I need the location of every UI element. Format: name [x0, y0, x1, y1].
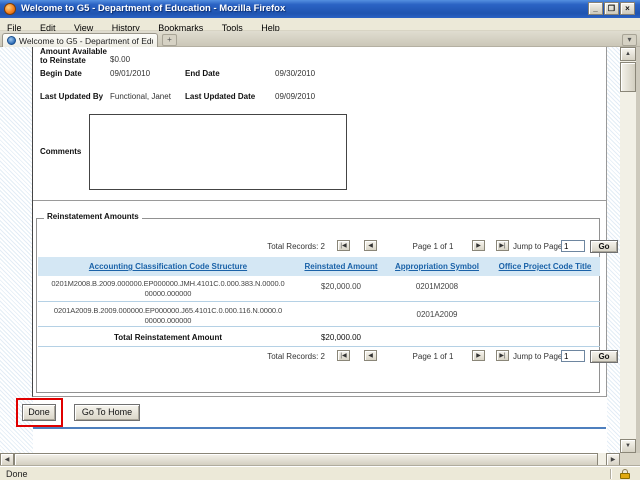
next-page-icon[interactable]: ▶ — [472, 240, 485, 251]
list-all-tabs-icon[interactable]: ▾ — [622, 34, 637, 46]
total-reinstatement-value: $20,000.00 — [320, 333, 362, 342]
scroll-left-icon[interactable]: ◀ — [0, 453, 14, 466]
page-margin-left — [0, 47, 33, 453]
tab-favicon-icon — [7, 36, 16, 45]
footer-divider — [33, 427, 606, 429]
menu-bar: File Edit View History Bookmarks Tools H… — [0, 18, 640, 33]
tab-title: Welcome to G5 - Department of Edu... — [19, 35, 153, 46]
lock-body — [620, 473, 630, 479]
scrollbar-corner — [620, 453, 640, 466]
first-page-icon[interactable]: |◀ — [337, 240, 350, 251]
close-button[interactable]: × — [620, 2, 635, 15]
window-border-right — [636, 47, 640, 466]
firefox-icon — [4, 3, 16, 15]
scroll-down-icon[interactable]: ▼ — [620, 439, 636, 453]
reinstatement-table: Accounting Classification Code Structure… — [38, 257, 600, 357]
table-row-2-accs: 0201A2009.B.2009.000000.EP000000.J65.410… — [53, 306, 283, 325]
comments-textarea[interactable] — [89, 114, 347, 190]
table-header-row: Accounting Classification Code Structure… — [38, 257, 600, 276]
last-updated-by-label: Last Updated By — [40, 92, 104, 101]
row-separator — [38, 346, 600, 347]
jump-to-page-input-top[interactable] — [561, 240, 585, 252]
end-date-value: 09/30/2010 — [275, 69, 316, 78]
page-viewport: Amount Available to Reinstate $0.00 Begi… — [0, 47, 620, 453]
header-accs[interactable]: Accounting Classification Code Structure — [38, 257, 298, 276]
browser-window: Welcome to G5 - Department of Education … — [0, 0, 640, 480]
last-page-icon[interactable]: ▶| — [496, 240, 509, 251]
prev-page-icon[interactable]: ◀ — [364, 240, 377, 251]
status-separator — [610, 469, 611, 479]
title-bar: Welcome to G5 - Department of Education … — [0, 0, 640, 18]
done-button[interactable]: Done — [22, 404, 56, 421]
scroll-up-icon[interactable]: ▲ — [620, 47, 636, 61]
comments-label: Comments — [40, 147, 82, 156]
tab-welcome-g5[interactable]: Welcome to G5 - Department of Edu... — [2, 33, 158, 47]
new-tab-button[interactable]: + — [162, 34, 177, 46]
amount-available-label: Amount Available to Reinstate — [40, 47, 107, 65]
table-row-1-symbol: 0201M2008 — [415, 282, 459, 291]
horizontal-scrollbar[interactable]: ◀ ▶ — [0, 453, 620, 466]
jump-to-page-label-top: Jump to Page — [513, 242, 563, 251]
jump-to-page-input-bottom[interactable] — [561, 350, 585, 362]
page-indicator-bottom: Page 1 of 1 — [412, 352, 454, 361]
table-row-1-accs: 0201M2008.B.2009.000000.EP000000.JMH.410… — [51, 279, 285, 298]
last-updated-date-label: Last Updated Date — [185, 92, 256, 101]
go-button-bottom[interactable]: Go — [590, 350, 618, 363]
header-appropriation-symbol[interactable]: Appropriation Symbol — [384, 257, 490, 276]
reinstatement-legend: Reinstatement Amounts — [44, 212, 142, 221]
table-row-2-symbol: 0201A2009 — [416, 310, 458, 319]
last-updated-date-value: 09/09/2010 — [275, 92, 316, 101]
total-reinstatement-label: Total Reinstatement Amount — [113, 333, 222, 342]
first-page-icon[interactable]: |◀ — [337, 350, 350, 361]
begin-date-value: 09/01/2010 — [110, 69, 151, 78]
last-page-icon[interactable]: ▶| — [496, 350, 509, 361]
last-updated-by-value: Functional, Janet — [110, 92, 171, 101]
horizontal-scrollbar-thumb[interactable] — [14, 453, 598, 466]
scroll-right-icon[interactable]: ▶ — [606, 453, 620, 466]
vertical-scrollbar-thumb[interactable] — [620, 62, 636, 92]
go-to-home-button[interactable]: Go To Home — [74, 404, 140, 421]
minimize-button[interactable]: _ — [588, 2, 603, 15]
status-text: Done — [6, 469, 28, 479]
security-lock-icon[interactable] — [620, 469, 630, 479]
end-date-label: End Date — [185, 69, 220, 78]
total-records-bottom: Total Records: 2 — [267, 352, 325, 361]
begin-date-label: Begin Date — [40, 69, 82, 78]
section-divider — [33, 200, 606, 201]
go-button-top[interactable]: Go — [590, 240, 618, 253]
maximize-button[interactable]: ❐ — [604, 2, 619, 15]
status-bar: Done — [0, 466, 640, 480]
header-office-project-code[interactable]: Office Project Code Title — [490, 257, 600, 276]
header-reinstated-amount[interactable]: Reinstated Amount — [298, 257, 384, 276]
total-records-top: Total Records: 2 — [267, 242, 325, 251]
vertical-scrollbar[interactable]: ▲ ▼ — [620, 47, 636, 453]
amount-available-value: $0.00 — [110, 55, 131, 64]
row-separator — [38, 301, 600, 302]
row-separator — [38, 326, 600, 327]
prev-page-icon[interactable]: ◀ — [364, 350, 377, 361]
next-page-icon[interactable]: ▶ — [472, 350, 485, 361]
table-row-1-amount: $20,000.00 — [320, 282, 362, 291]
window-title: Welcome to G5 - Department of Education … — [21, 3, 286, 14]
jump-to-page-label-bottom: Jump to Page — [513, 352, 563, 361]
page-indicator-top: Page 1 of 1 — [412, 242, 454, 251]
